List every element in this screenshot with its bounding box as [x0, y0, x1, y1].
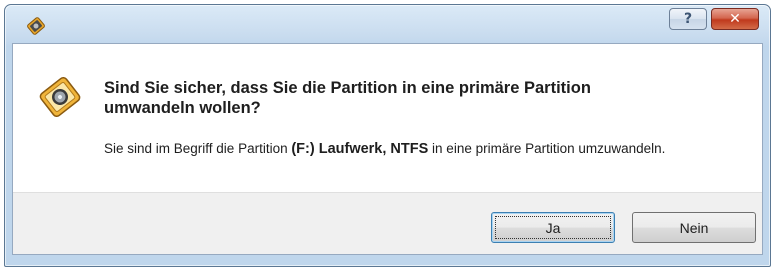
message-text-end: in eine primäre Partition umzuwandeln.	[428, 141, 666, 156]
dialog-heading: Sind Sie sicher, dass Sie die Partition …	[104, 79, 591, 117]
close-button[interactable]: ✕	[711, 8, 759, 30]
dialog-message: Sie sind im Begriff die Partition (F:) L…	[104, 139, 714, 159]
dialog-window: ? ✕ Sind Sie sicher, dass Sie die Partit…	[4, 4, 771, 267]
no-button-label: Nein	[679, 219, 709, 236]
title-bar[interactable]: ? ✕	[5, 5, 770, 43]
yes-button[interactable]: Ja	[491, 212, 615, 243]
button-bar: Ja Nein	[13, 192, 762, 254]
no-button[interactable]: Nein	[632, 212, 756, 243]
help-button[interactable]: ?	[669, 8, 707, 30]
message-text: Sie sind im Begriff die Partition	[104, 141, 292, 156]
focus-ring	[495, 216, 611, 239]
dialog-client-area: Sind Sie sicher, dass Sie die Partition …	[12, 43, 763, 255]
close-icon: ✕	[729, 11, 741, 27]
help-icon: ?	[683, 11, 693, 27]
partition-name: (F:) Laufwerk, NTFS	[291, 141, 429, 157]
partition-wizard-icon	[25, 15, 47, 37]
partition-disk-icon	[37, 74, 83, 120]
dialog-content: Sind Sie sicher, dass Sie die Partition …	[13, 44, 762, 194]
